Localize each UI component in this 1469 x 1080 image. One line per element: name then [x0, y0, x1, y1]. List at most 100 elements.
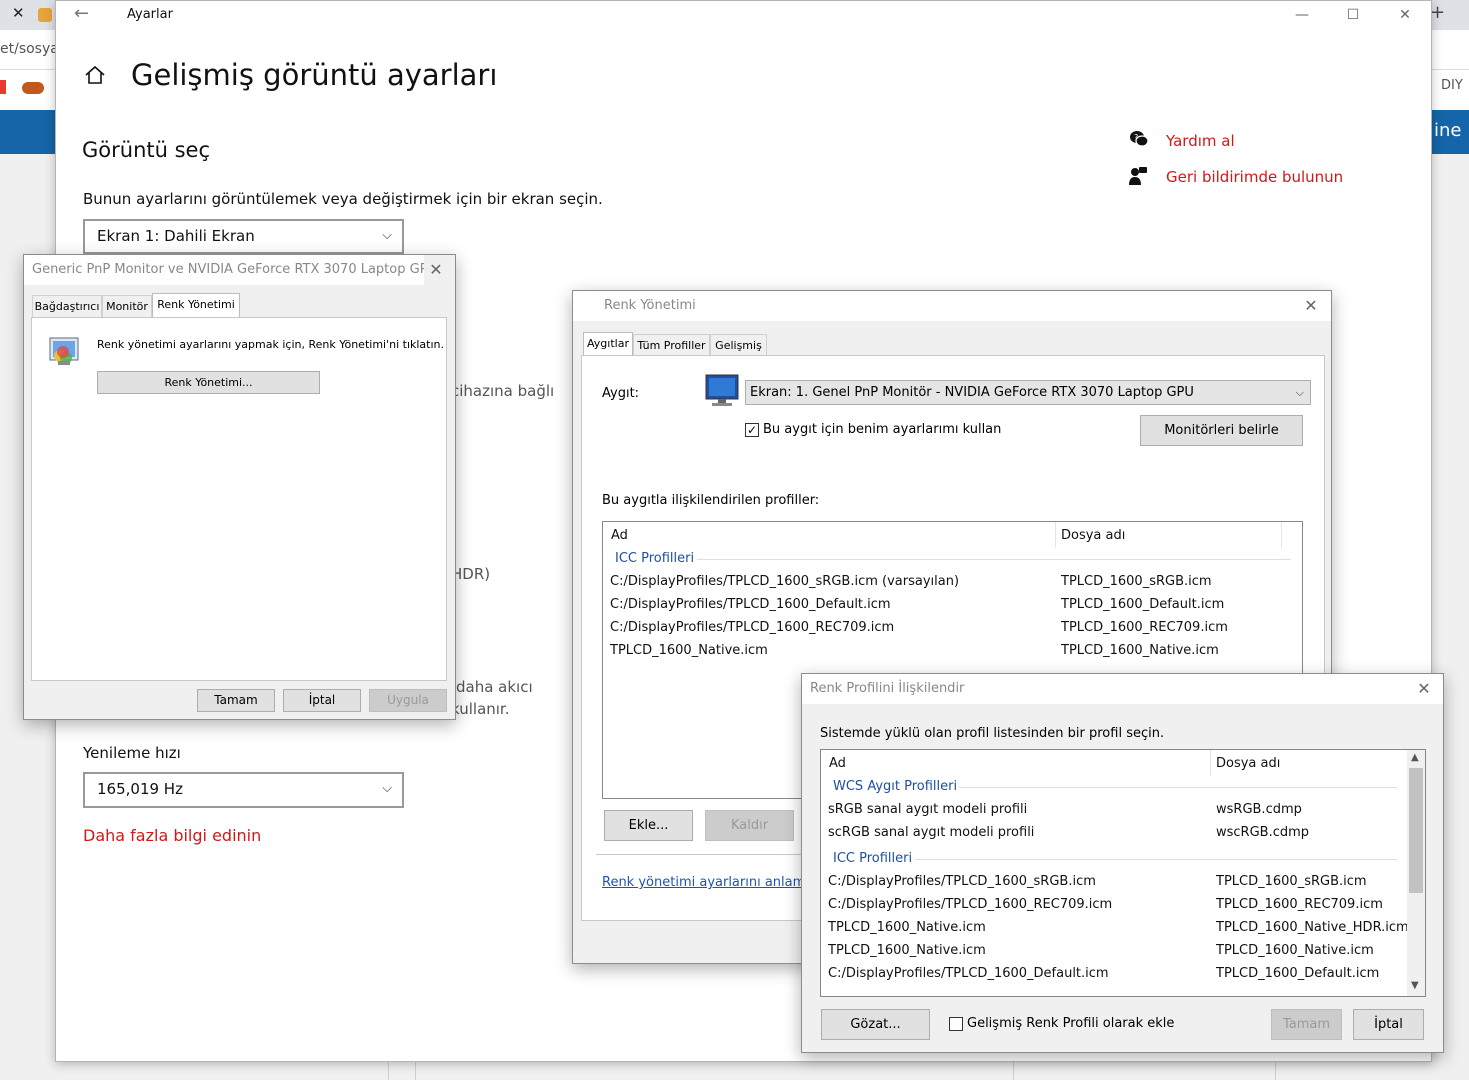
device-select[interactable]: Ekran: 1. Genel PnP Monitör - NVIDIA GeF…: [745, 380, 1311, 405]
feedback-icon: [1129, 166, 1147, 190]
list-item[interactable]: C:/DisplayProfiles/TPLCD_1600_REC709.icm: [828, 897, 1112, 912]
column-header-name[interactable]: Ad: [829, 756, 846, 771]
monitor-properties-dialog: Generic PnP Monitor ve NVIDIA GeForce RT…: [23, 254, 456, 720]
use-my-settings-checkbox[interactable]: ✓: [745, 423, 759, 437]
available-profiles-list[interactable]: Ad Dosya adı WCS Aygıt Profilleri sRGB s…: [820, 749, 1426, 997]
close-button[interactable]: ✕: [1381, 1, 1429, 29]
svg-text:?: ?: [1134, 133, 1138, 142]
list-item[interactable]: C:/DisplayProfiles/TPLCD_1600_Default.ic…: [610, 597, 891, 612]
maximize-button[interactable]: ☐: [1329, 1, 1377, 29]
home-icon[interactable]: [84, 64, 106, 90]
chevron-down-icon: ⌵: [1295, 386, 1304, 399]
device-label: Aygıt:: [602, 386, 640, 401]
dialog-description: Renk yönetimi ayarlarını yapmak için, Re…: [97, 338, 445, 351]
tab-adapter[interactable]: Bağdaştırıcı: [32, 295, 102, 317]
partial-text: HDR): [451, 565, 491, 583]
bookmark-favicon-icon[interactable]: [0, 80, 6, 94]
app-title: Ayarlar: [127, 7, 173, 22]
advanced-profile-checkbox[interactable]: [949, 1017, 963, 1031]
group-icc-profiles: ICC Profilleri: [615, 551, 695, 566]
list-item[interactable]: TPLCD_1600_Native.icm: [610, 643, 768, 658]
remove-button[interactable]: Kaldır: [705, 810, 794, 841]
list-item[interactable]: C:/DisplayProfiles/TPLCD_1600_Default.ic…: [828, 966, 1109, 981]
monitor-icon: [704, 373, 740, 412]
close-icon[interactable]: ✕: [1404, 674, 1444, 704]
page-title: Gelişmiş görüntü ayarları: [131, 58, 498, 92]
tab-color-management[interactable]: Renk Yönetimi: [152, 293, 240, 317]
section-description: Bunun ayarlarını görüntülemek veya değiş…: [83, 190, 603, 208]
ok-button[interactable]: Tamam: [197, 689, 275, 712]
dialog-description: Sistemde yüklü olan profil listesinden b…: [820, 726, 1165, 741]
close-icon[interactable]: ✕: [416, 255, 456, 285]
list-item-file[interactable]: TPLCD_1600_Native.icm: [1216, 943, 1374, 958]
identify-monitors-button[interactable]: Monitörleri belirle: [1140, 415, 1303, 446]
list-item[interactable]: scRGB sanal aygıt modeli profili: [828, 825, 1034, 840]
bookmark-diy[interactable]: DIY: [1441, 78, 1463, 93]
chevron-down-icon: ⌵: [382, 228, 392, 243]
section-title: Görüntü seç: [82, 138, 210, 162]
list-item[interactable]: C:/DisplayProfiles/TPLCD_1600_REC709.icm: [610, 620, 894, 635]
tab-all-profiles[interactable]: Tüm Profiller: [633, 334, 710, 356]
profiles-label: Bu aygıtla ilişkilendirilen profiller:: [602, 493, 820, 508]
advanced-profile-label: Gelişmiş Renk Profili olarak ekle: [967, 1016, 1175, 1031]
browser-url-fragment: et/sosya: [0, 41, 59, 57]
apply-button[interactable]: Uygula: [369, 689, 447, 712]
bookmark-favicon-icon[interactable]: [22, 82, 44, 94]
browser-add-tab-icon[interactable]: +: [1430, 2, 1445, 23]
website-header-text: ine: [1434, 120, 1462, 141]
device-select-value: Ekran: 1. Genel PnP Monitör - NVIDIA GeF…: [750, 385, 1194, 400]
partial-text: kullanır.: [451, 700, 510, 718]
list-item[interactable]: sRGB sanal aygıt modeli profili: [828, 802, 1027, 817]
back-arrow-icon[interactable]: ←: [74, 3, 89, 24]
browse-button[interactable]: Gözat...: [821, 1009, 930, 1040]
list-item[interactable]: TPLCD_1600_Native.icm: [828, 920, 986, 935]
color-management-icon: [46, 334, 82, 373]
column-header-file[interactable]: Dosya adı: [1061, 528, 1125, 543]
help-link[interactable]: Yardım al: [1166, 132, 1235, 150]
chevron-up-icon[interactable]: ▲: [1411, 752, 1419, 763]
list-item-file[interactable]: TPLCD_1600_Native_HDR.icm: [1216, 920, 1409, 935]
associate-profile-dialog: Renk Profilini İlişkilendir ✕ Sistemde y…: [801, 673, 1444, 1053]
tab-monitor[interactable]: Monitör: [102, 295, 152, 317]
browser-close-tab-icon[interactable]: ✕: [12, 4, 25, 22]
list-item[interactable]: C:/DisplayProfiles/TPLCD_1600_sRGB.icm (…: [610, 574, 959, 589]
list-item-file[interactable]: TPLCD_1600_REC709.icm: [1061, 620, 1228, 635]
column-header-name[interactable]: Ad: [611, 528, 628, 543]
refresh-rate-label: Yenileme hızı: [83, 744, 181, 762]
tab-advanced[interactable]: Gelişmiş: [710, 334, 767, 356]
dialog-title: Generic PnP Monitor ve NVIDIA GeForce RT…: [24, 255, 424, 285]
dialog-title: Renk Yönetimi: [573, 291, 1331, 321]
cancel-button[interactable]: İptal: [283, 689, 361, 712]
partial-text: cihazına bağlı: [451, 382, 555, 400]
list-item-file[interactable]: TPLCD_1600_Default.icm: [1216, 966, 1379, 981]
tab-devices[interactable]: Aygıtlar: [583, 332, 633, 356]
partial-text: daha akıcı: [456, 678, 533, 696]
chevron-down-icon: ⌵: [382, 781, 392, 796]
display-select[interactable]: Ekran 1: Dahili Ekran ⌵: [83, 219, 404, 254]
list-item-file[interactable]: TPLCD_1600_Default.icm: [1061, 597, 1224, 612]
scrollbar[interactable]: ▲ ▼: [1407, 750, 1425, 996]
list-item-file[interactable]: TPLCD_1600_Native.icm: [1061, 643, 1219, 658]
list-item-file[interactable]: TPLCD_1600_sRGB.icm: [1061, 574, 1212, 589]
scrollbar-thumb[interactable]: [1409, 768, 1423, 893]
feedback-link[interactable]: Geri bildirimde bulunun: [1166, 168, 1343, 186]
close-icon[interactable]: ✕: [1291, 291, 1331, 321]
list-item-file[interactable]: TPLCD_1600_sRGB.icm: [1216, 874, 1367, 889]
understand-settings-link[interactable]: Renk yönetimi ayarlarını anlama: [602, 875, 813, 890]
use-my-settings-label: Bu aygıt için benim ayarlarımı kullan: [763, 422, 1002, 437]
list-item[interactable]: C:/DisplayProfiles/TPLCD_1600_sRGB.icm: [828, 874, 1096, 889]
column-header-file[interactable]: Dosya adı: [1216, 756, 1280, 771]
minimize-button[interactable]: —: [1278, 1, 1326, 29]
list-item-file[interactable]: TPLCD_1600_REC709.icm: [1216, 897, 1383, 912]
ok-button[interactable]: Tamam: [1271, 1009, 1342, 1040]
refresh-rate-value: 165,019 Hz: [97, 780, 183, 798]
cancel-button[interactable]: İptal: [1353, 1009, 1424, 1040]
color-management-button[interactable]: Renk Yönetimi...: [97, 371, 320, 394]
refresh-rate-select[interactable]: 165,019 Hz ⌵: [83, 772, 404, 808]
more-info-link[interactable]: Daha fazla bilgi edinin: [83, 826, 261, 845]
list-item-file[interactable]: wscRGB.cdmp: [1216, 825, 1309, 840]
list-item[interactable]: TPLCD_1600_Native.icm: [828, 943, 986, 958]
chevron-down-icon[interactable]: ▼: [1411, 980, 1419, 991]
add-button[interactable]: Ekle...: [604, 810, 693, 841]
list-item-file[interactable]: wsRGB.cdmp: [1216, 802, 1302, 817]
